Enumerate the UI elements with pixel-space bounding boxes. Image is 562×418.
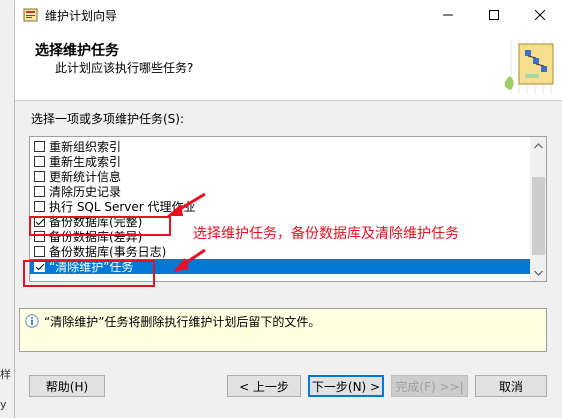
- maximize-icon: [489, 10, 499, 20]
- task-checkbox[interactable]: [34, 201, 45, 212]
- task-label: 清除历史记录: [49, 184, 122, 199]
- task-label: 更新统计信息: [49, 169, 122, 184]
- chevron-up-icon: [534, 142, 543, 148]
- title-bar[interactable]: 维护计划向导: [15, 0, 562, 30]
- task-label: 重新组织索引: [49, 139, 122, 154]
- task-label: 备份数据库(事务日志): [49, 244, 167, 259]
- task-item[interactable]: 更新统计信息: [30, 169, 530, 184]
- annotation-highlight-backup-full: [29, 216, 171, 236]
- back-button[interactable]: < 上一步: [227, 375, 301, 397]
- maximize-button[interactable]: [471, 0, 517, 30]
- task-item[interactable]: 备份数据库(事务日志): [30, 244, 530, 259]
- scroll-down-button[interactable]: [530, 264, 546, 281]
- minimize-icon: [443, 14, 453, 16]
- next-button[interactable]: 下一步(N) >: [308, 375, 384, 397]
- task-checkbox[interactable]: [34, 186, 45, 197]
- wizard-header-graphic-icon: [504, 40, 554, 94]
- close-button[interactable]: [517, 0, 562, 30]
- close-icon: [535, 10, 545, 20]
- page-title: 选择维护任务: [35, 43, 119, 59]
- info-icon: [25, 314, 39, 328]
- task-item[interactable]: 重新生成索引: [30, 154, 530, 169]
- help-button[interactable]: 帮助(H): [29, 375, 105, 397]
- annotation-highlight-cleanup-task: [23, 260, 155, 287]
- task-label: 重新生成索引: [49, 154, 122, 169]
- task-item[interactable]: 执行 SQL Server 代理作业: [30, 199, 530, 214]
- task-description-panel: “清除维护”任务将删除执行维护计划后留下的文件。: [19, 308, 547, 352]
- task-checkbox[interactable]: [34, 246, 45, 257]
- maintenance-plan-wizard-window: 维护计划向导 选择维护任务 此计划应该执行哪些任务? 选择一项或多项维护任务(S…: [14, 0, 562, 418]
- window-title: 维护计划向导: [45, 9, 118, 23]
- background-text-fragment: y: [0, 398, 7, 411]
- task-checkbox[interactable]: [34, 156, 45, 167]
- wizard-header: 选择维护任务 此计划应该执行哪些任务?: [15, 30, 562, 101]
- task-checkbox[interactable]: [34, 171, 45, 182]
- annotation-text: 选择维护任务，备份数据库及清除维护任务: [193, 226, 459, 242]
- finish-button[interactable]: 完成(F) >>|: [391, 375, 468, 397]
- task-item[interactable]: 重新组织索引: [30, 139, 530, 154]
- scroll-up-button[interactable]: [530, 137, 546, 154]
- background-window-strip: 样 y: [0, 0, 14, 418]
- task-list-label: 选择一项或多项维护任务(S):: [31, 112, 185, 126]
- minimize-button[interactable]: [425, 0, 471, 30]
- task-list-scrollbar[interactable]: [530, 137, 546, 281]
- task-description-text: “清除维护”任务将删除执行维护计划后留下的文件。: [44, 315, 321, 329]
- background-text-fragment: 样: [0, 368, 11, 381]
- chevron-down-icon: [534, 270, 543, 276]
- task-item[interactable]: 清除历史记录: [30, 184, 530, 199]
- task-checkbox[interactable]: [34, 141, 45, 152]
- page-subtitle: 此计划应该执行哪些任务?: [55, 61, 194, 75]
- cancel-button[interactable]: 取消: [475, 375, 547, 397]
- scroll-thumb[interactable]: [532, 177, 545, 255]
- wizard-app-icon: [23, 8, 38, 22]
